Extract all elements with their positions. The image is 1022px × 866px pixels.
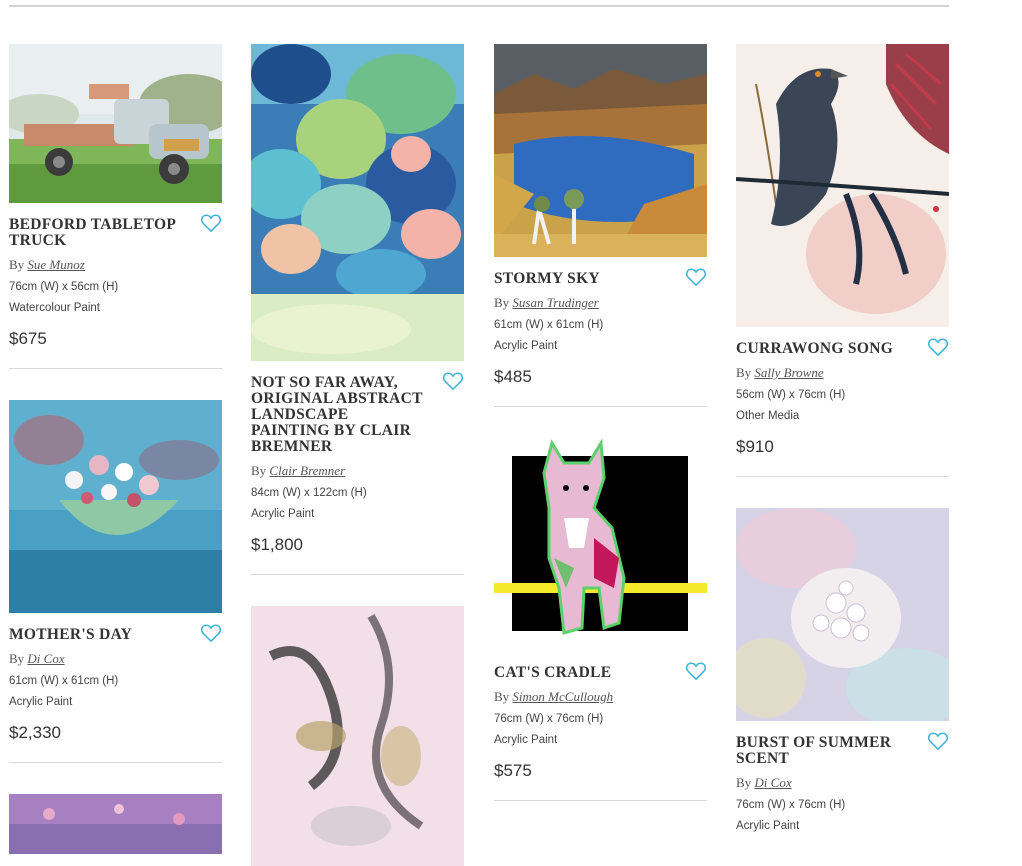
- artwork-price: $575: [494, 761, 532, 780]
- favorite-heart-icon[interactable]: [685, 661, 707, 681]
- artwork-size: 84cm (W) x 122cm (H): [251, 487, 367, 499]
- artwork-price: $675: [9, 329, 47, 348]
- artwork-title[interactable]: CAT'S CRADLE: [494, 665, 672, 681]
- artwork-image-cats-cradle[interactable]: [494, 438, 707, 651]
- artist-link[interactable]: Sue Munoz: [27, 257, 84, 272]
- artist-line: By Susan Trudinger: [494, 295, 599, 310]
- artwork-size: 61cm (W) x 61cm (H): [9, 675, 119, 687]
- artist-link[interactable]: Clair Bremner: [269, 463, 345, 478]
- artwork-card[interactable]: CURRAWONG SONG By Sally Browne 56cm (W) …: [736, 44, 949, 477]
- artwork-title[interactable]: NOT SO FAR AWAY, ORIGINAL ABSTRACT LANDS…: [251, 375, 429, 455]
- card-divider: [9, 762, 222, 763]
- artist-link[interactable]: Susan Trudinger: [512, 295, 598, 310]
- artwork-card[interactable]: [251, 606, 464, 866]
- artwork-title[interactable]: MOTHER'S DAY: [9, 627, 187, 643]
- artwork-price: $910: [736, 437, 774, 456]
- artist-line: By Clair Bremner: [251, 463, 346, 478]
- favorite-heart-icon[interactable]: [442, 371, 464, 391]
- artist-line: By Sally Browne: [736, 365, 824, 380]
- artwork-image-currawong-song[interactable]: [736, 44, 949, 327]
- artwork-medium: Acrylic Paint: [251, 508, 315, 520]
- favorite-heart-icon[interactable]: [200, 213, 222, 233]
- artist-link[interactable]: Di Cox: [754, 775, 791, 790]
- artwork-medium: Watercolour Paint: [9, 302, 100, 314]
- artwork-price: $1,800: [251, 535, 303, 554]
- artwork-size: 76cm (W) x 76cm (H): [736, 799, 846, 811]
- artwork-card[interactable]: [9, 794, 222, 854]
- gallery-column-3: STORMY SKY By Susan Trudinger 61cm (W) x…: [494, 44, 707, 832]
- artwork-card[interactable]: NOT SO FAR AWAY, ORIGINAL ABSTRACT LANDS…: [251, 44, 464, 575]
- card-divider: [736, 476, 949, 477]
- artwork-card[interactable]: CAT'S CRADLE By Simon McCullough 76cm (W…: [494, 438, 707, 801]
- card-divider: [251, 574, 464, 575]
- favorite-heart-icon[interactable]: [200, 623, 222, 643]
- artwork-image-bedford-truck[interactable]: [9, 44, 222, 203]
- artwork-title[interactable]: STORMY SKY: [494, 271, 672, 287]
- artist-line: By Sue Munoz: [9, 257, 85, 272]
- favorite-heart-icon[interactable]: [685, 267, 707, 287]
- artwork-card[interactable]: STORMY SKY By Susan Trudinger 61cm (W) x…: [494, 44, 707, 407]
- artwork-medium: Acrylic Paint: [736, 820, 800, 832]
- artwork-title[interactable]: BEDFORD TABLETOP TRUCK: [9, 217, 187, 249]
- artist-link[interactable]: Simon McCullough: [512, 689, 613, 704]
- artist-link[interactable]: Di Cox: [27, 651, 64, 666]
- artwork-card[interactable]: BURST OF SUMMER SCENT By Di Cox 76cm (W)…: [736, 508, 949, 833]
- favorite-heart-icon[interactable]: [927, 731, 949, 751]
- artwork-image-abstract-pink[interactable]: [251, 606, 464, 866]
- artwork-size: 56cm (W) x 76cm (H): [736, 389, 846, 401]
- gallery-column-2: NOT SO FAR AWAY, ORIGINAL ABSTRACT LANDS…: [251, 44, 464, 866]
- card-divider: [9, 368, 222, 369]
- artwork-medium: Acrylic Paint: [9, 696, 73, 708]
- artwork-image-burst-of-summer-scent[interactable]: [736, 508, 949, 721]
- gallery-column-1: BEDFORD TABLETOP TRUCK By Sue Munoz 76cm…: [9, 44, 222, 854]
- artwork-card[interactable]: BEDFORD TABLETOP TRUCK By Sue Munoz 76cm…: [9, 44, 222, 369]
- artist-link[interactable]: Sally Browne: [754, 365, 823, 380]
- artwork-medium: Acrylic Paint: [494, 340, 558, 352]
- artwork-size: 76cm (W) x 76cm (H): [494, 713, 604, 725]
- artwork-price: $485: [494, 367, 532, 386]
- card-divider: [494, 800, 707, 801]
- artwork-card[interactable]: MOTHER'S DAY By Di Cox 61cm (W) x 61cm (…: [9, 400, 222, 763]
- artwork-title[interactable]: BURST OF SUMMER SCENT: [736, 735, 914, 767]
- top-divider: [9, 5, 949, 7]
- artwork-price: $2,330: [9, 723, 61, 742]
- card-divider: [494, 406, 707, 407]
- artist-line: By Simon McCullough: [494, 689, 614, 704]
- favorite-heart-icon[interactable]: [927, 337, 949, 357]
- artwork-image-not-so-far-away[interactable]: [251, 44, 464, 361]
- artwork-size: 61cm (W) x 61cm (H): [494, 319, 604, 331]
- artwork-title[interactable]: CURRAWONG SONG: [736, 341, 914, 357]
- artwork-image-stormy-sky[interactable]: [494, 44, 707, 257]
- artist-line: By Di Cox: [9, 651, 65, 666]
- artwork-image-partial[interactable]: [9, 794, 222, 854]
- artwork-medium: Other Media: [736, 410, 800, 422]
- artist-line: By Di Cox: [736, 775, 792, 790]
- artwork-size: 76cm (W) x 56cm (H): [9, 281, 119, 293]
- artwork-medium: Acrylic Paint: [494, 734, 558, 746]
- artwork-image-mothers-day[interactable]: [9, 400, 222, 613]
- gallery-column-4: CURRAWONG SONG By Sally Browne 56cm (W) …: [736, 44, 949, 833]
